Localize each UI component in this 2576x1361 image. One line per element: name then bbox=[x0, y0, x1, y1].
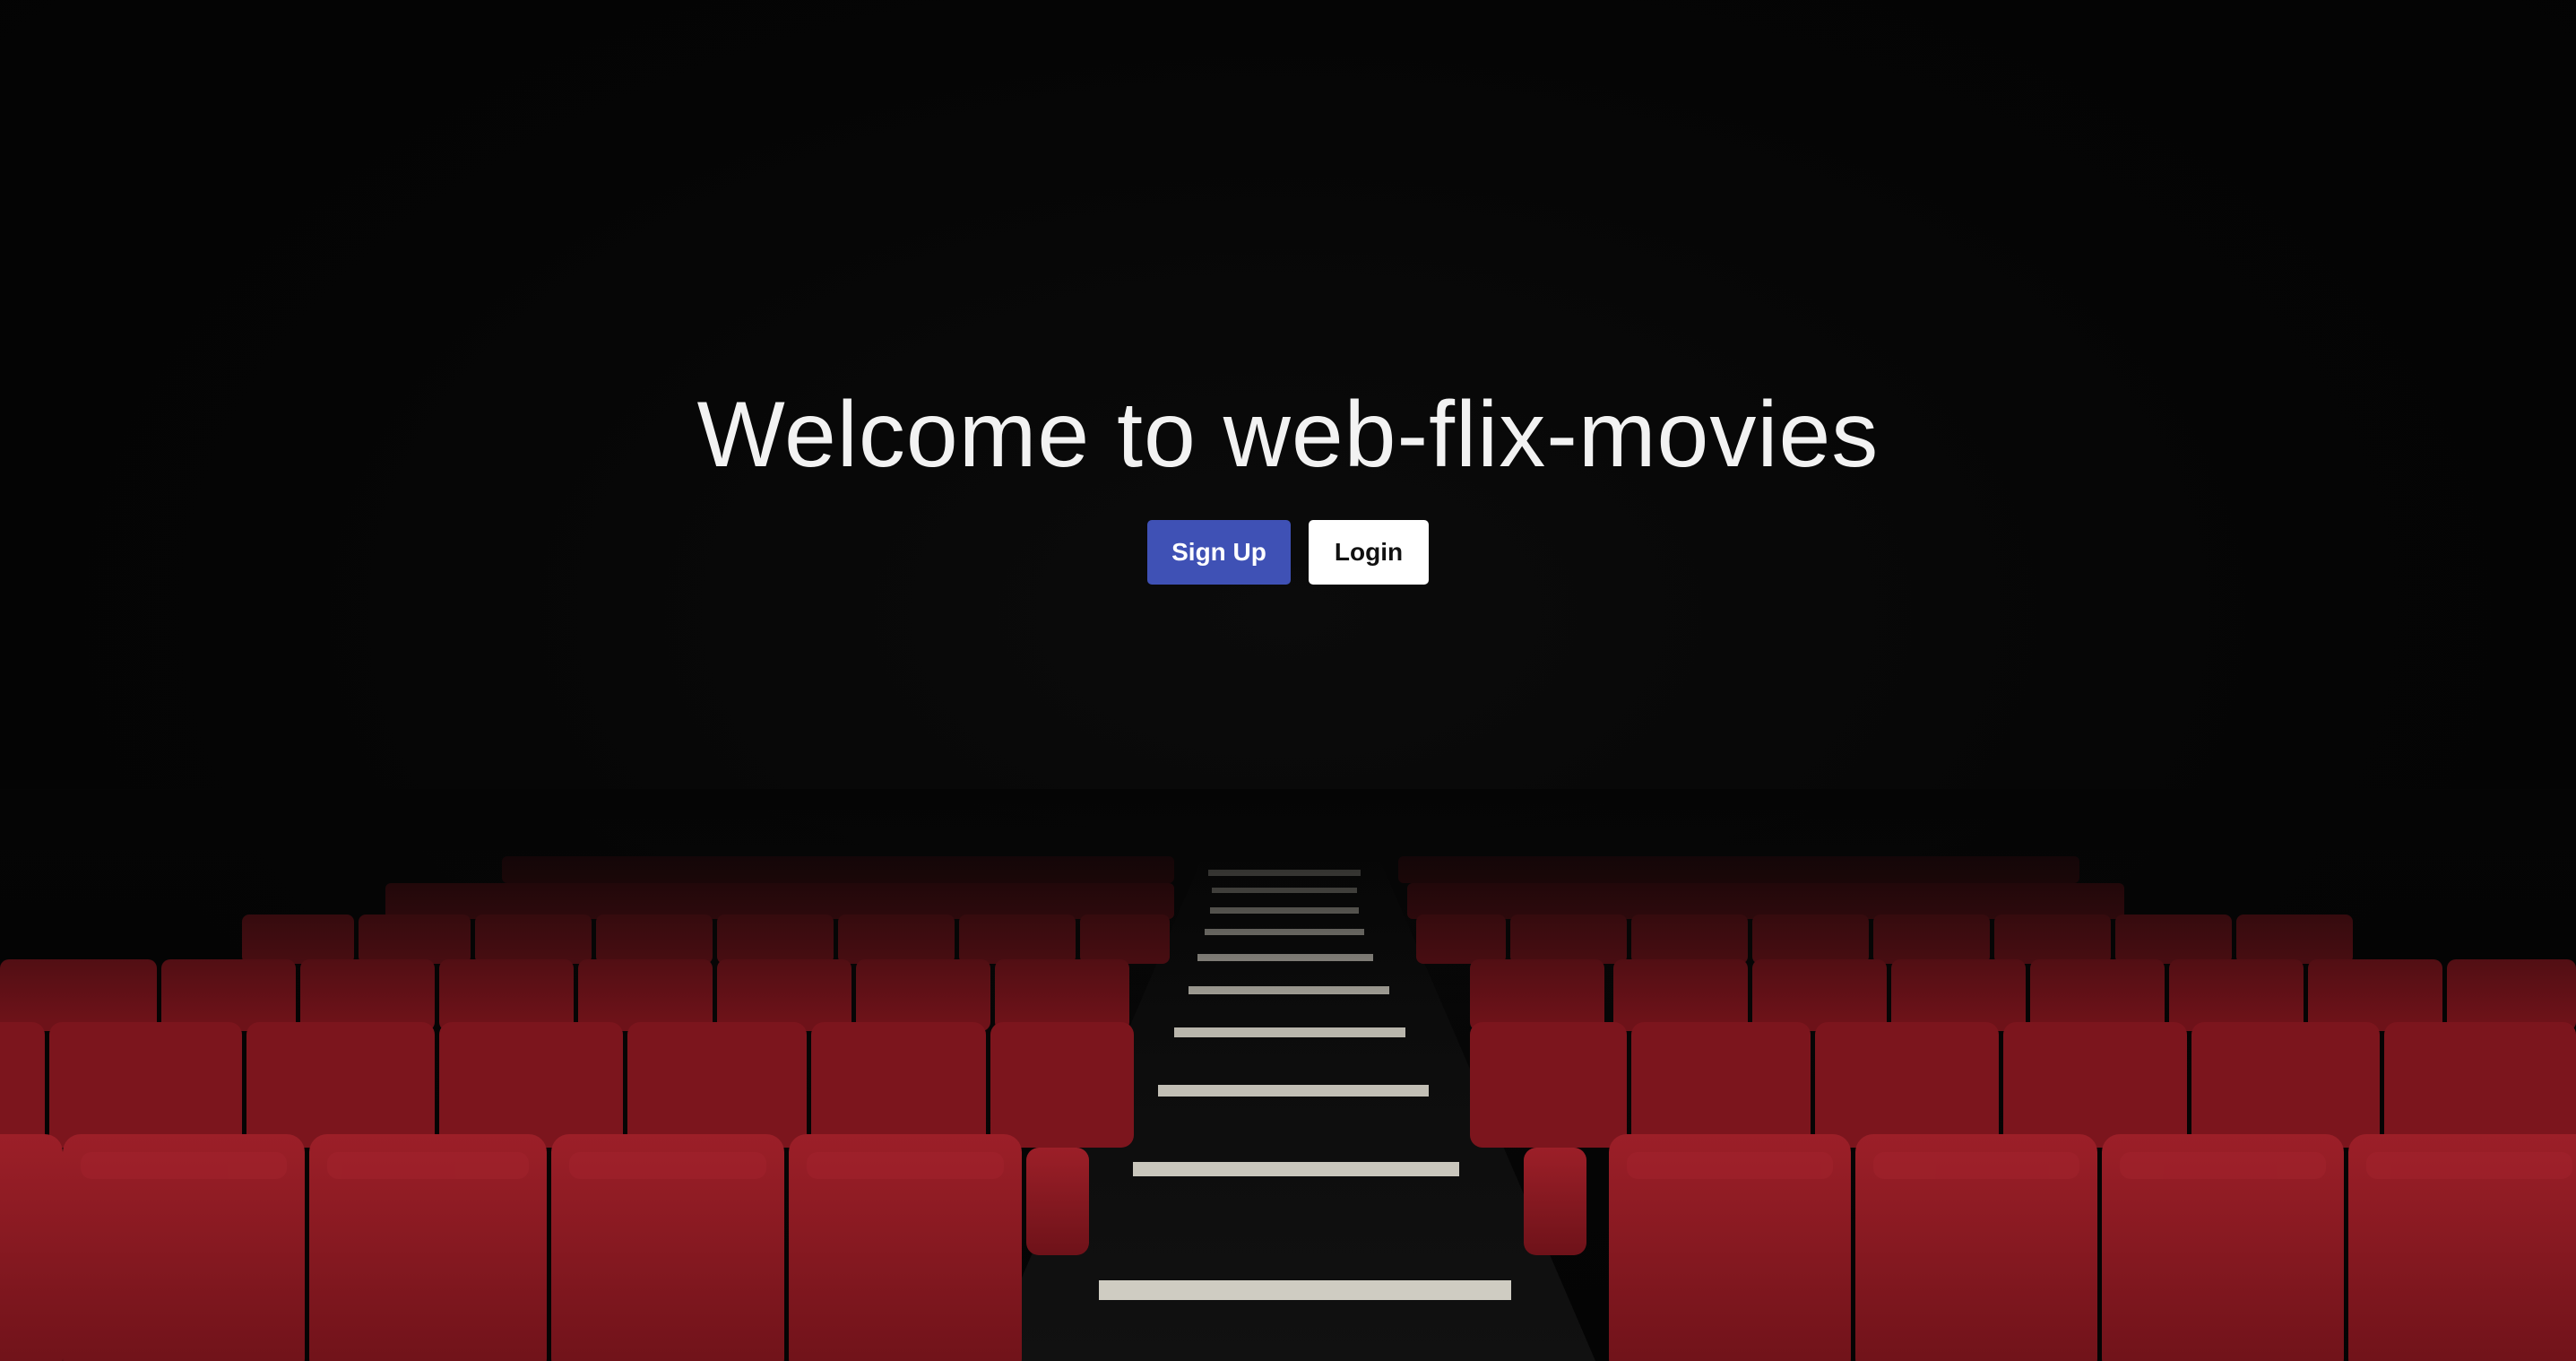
landing-page: Welcome to web-flix-movies Sign Up Login bbox=[0, 0, 2576, 1361]
cinema-seats-icon bbox=[0, 789, 2576, 1361]
auth-actions: Sign Up Login bbox=[0, 520, 2576, 585]
page-title: Welcome to web-flix-movies bbox=[696, 383, 1880, 487]
login-button[interactable]: Login bbox=[1309, 520, 1429, 585]
sign-up-button[interactable]: Sign Up bbox=[1147, 520, 1291, 585]
